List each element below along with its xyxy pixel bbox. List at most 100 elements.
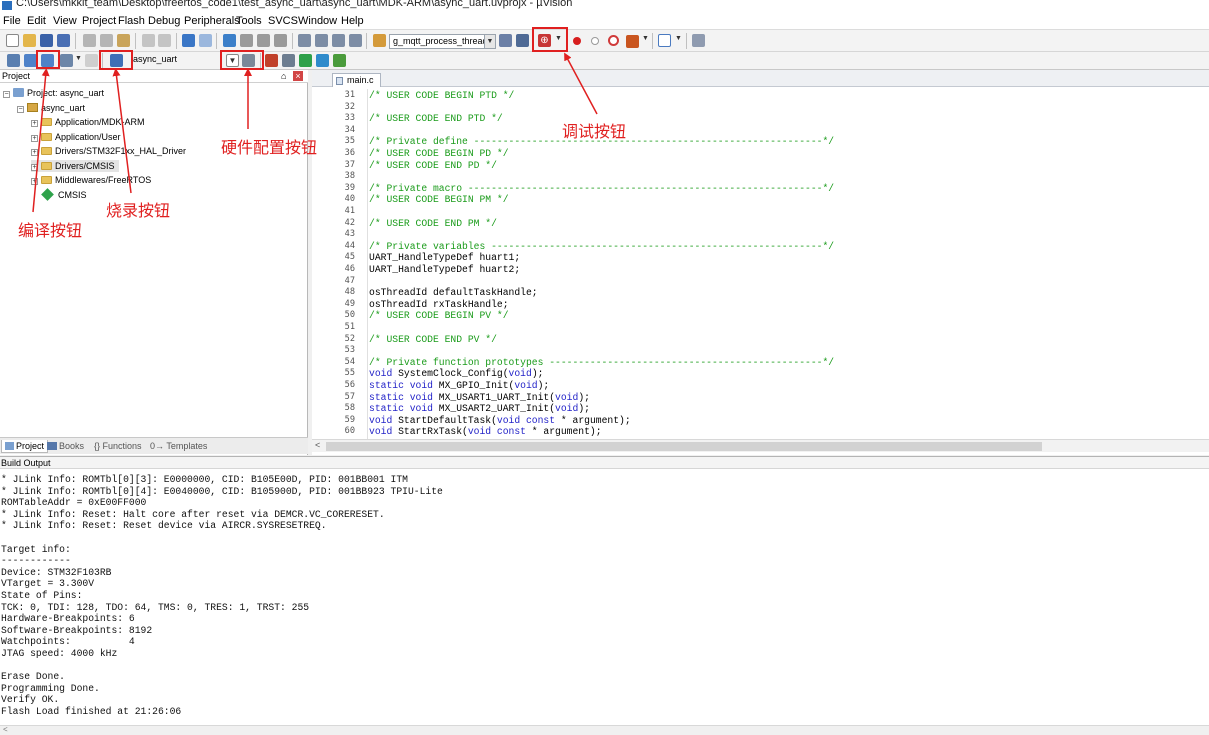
cut-icon[interactable] <box>83 34 96 47</box>
code-line: osThreadId rxTaskHandle; <box>369 298 509 310</box>
file-extensions-icon[interactable] <box>265 54 278 67</box>
paste-icon[interactable] <box>117 34 130 47</box>
build-output-line: Erase Done. <box>1 671 65 683</box>
configuration-wrench-icon[interactable] <box>692 34 705 47</box>
expand-icon[interactable]: + <box>31 164 38 171</box>
open-file-icon[interactable] <box>23 34 36 47</box>
next-bookmark-icon[interactable] <box>257 34 270 47</box>
scrollbar-thumb[interactable] <box>326 442 1042 451</box>
menu-debug[interactable]: Debug <box>148 15 180 27</box>
navigate-back-icon[interactable] <box>182 34 195 47</box>
comment-icon[interactable] <box>332 34 345 47</box>
indent-icon[interactable] <box>298 34 311 47</box>
build-output-line: Flash Load finished at 21:26:06 <box>1 706 182 717</box>
group-label: Drivers/CMSIS <box>55 161 115 171</box>
chevron-down-icon[interactable]: ▼ <box>75 55 82 62</box>
run-time-environment-icon[interactable] <box>333 54 346 67</box>
tree-group[interactable]: + Application/MDK-ARM <box>31 116 145 128</box>
insert-breakpoint-icon[interactable] <box>573 37 581 45</box>
menu-edit[interactable]: Edit <box>27 15 46 27</box>
scroll-left-icon[interactable]: < <box>3 725 8 734</box>
collapse-icon[interactable]: − <box>17 106 24 113</box>
unindent-icon[interactable] <box>315 34 328 47</box>
tree-group-selected[interactable]: + Drivers/CMSIS <box>31 160 119 172</box>
collapse-icon[interactable]: − <box>3 91 10 98</box>
chevron-down-icon[interactable]: ▼ <box>484 35 495 48</box>
navigate-forward-icon[interactable] <box>199 34 212 47</box>
keyword-token: void <box>369 414 393 426</box>
copy-icon[interactable] <box>100 34 113 47</box>
stop-build-icon[interactable] <box>85 54 98 67</box>
pack-installer-icon[interactable] <box>316 54 329 67</box>
tree-target[interactable]: − async_uart <box>17 102 85 114</box>
menu-peripherals[interactable]: Peripherals <box>184 15 240 27</box>
manage-components-icon[interactable] <box>282 54 295 67</box>
translate-icon[interactable] <box>7 54 20 67</box>
find-combo[interactable]: g_mqtt_process_thread_r ▼ <box>389 34 496 49</box>
expand-icon[interactable]: + <box>31 178 38 185</box>
save-icon[interactable] <box>40 34 53 47</box>
menu-project[interactable]: Project <box>82 15 116 27</box>
build-output-scrollbar[interactable]: < <box>0 725 1209 735</box>
select-packs-icon[interactable] <box>299 54 312 67</box>
code-area[interactable]: /* USER CODE BEGIN PTD */ /* USER CODE EN… <box>312 89 1209 439</box>
expand-icon[interactable]: + <box>31 120 38 127</box>
pin-icon[interactable]: ⌂ <box>281 70 286 82</box>
code-line: void StartRxTask(void const * argument); <box>369 426 602 438</box>
tab-books[interactable]: Books <box>47 440 84 453</box>
menu-flash[interactable]: Flash <box>118 15 145 27</box>
build-output-pane[interactable]: * JLink Info: ROMTbl[0][3]: E0000000, CI… <box>0 469 1209 725</box>
find-in-files-icon[interactable] <box>373 34 386 47</box>
tree-group[interactable]: + Drivers/STM32F1xx_HAL_Driver <box>31 145 186 157</box>
uncomment-icon[interactable] <box>349 34 362 47</box>
prev-bookmark-icon[interactable] <box>240 34 253 47</box>
tab-functions[interactable]: {} Functions <box>94 440 142 453</box>
code-line: /* USER CODE BEGIN PTD */ <box>369 90 515 101</box>
scroll-left-icon[interactable]: < <box>315 440 320 450</box>
menu-file[interactable]: File <box>3 15 21 27</box>
tree-root[interactable]: − Project: async_uart <box>3 87 104 99</box>
menu-tools[interactable]: Tools <box>236 15 262 27</box>
chevron-down-icon[interactable]: ▼ <box>642 35 649 42</box>
project-tab-icon <box>5 442 14 450</box>
build-output-line: * JLink Info: Reset: Halt core after res… <box>1 508 385 520</box>
build-output-header: Build Output <box>0 456 1209 469</box>
redo-icon[interactable] <box>158 34 171 47</box>
tab-project[interactable]: Project <box>1 440 49 453</box>
tree-component[interactable]: CMSIS <box>41 188 87 201</box>
c-file-icon <box>336 77 343 85</box>
menu-window[interactable]: Window <box>298 15 337 27</box>
tab-main-c[interactable]: main.c <box>332 73 381 87</box>
chevron-down-icon[interactable]: ▼ <box>675 35 682 42</box>
expand-icon[interactable]: + <box>31 149 38 156</box>
bookmark-icon[interactable] <box>223 34 236 47</box>
hardware-config-button-highlight <box>220 50 264 70</box>
tree-group[interactable]: + Middlewares/FreeRTOS <box>31 174 151 186</box>
target-select[interactable]: async_uart <box>130 53 216 68</box>
window-layout-icon[interactable] <box>658 34 671 47</box>
batch-build-icon[interactable] <box>60 54 73 67</box>
menu-help[interactable]: Help <box>341 15 364 27</box>
code-line: /* USER CODE END PV */ <box>369 333 497 345</box>
kill-breakpoints-icon[interactable] <box>626 35 639 48</box>
books-icon <box>47 442 57 450</box>
disable-breakpoints-icon[interactable] <box>608 35 619 46</box>
enable-breakpoint-icon[interactable] <box>591 37 599 45</box>
tree-group[interactable]: + Application/User <box>31 131 121 143</box>
configure-icon[interactable] <box>516 34 529 47</box>
menu-svcs[interactable]: SVCS <box>268 15 298 27</box>
expand-icon[interactable]: + <box>31 135 38 142</box>
new-file-icon[interactable] <box>6 34 19 47</box>
horizontal-scrollbar[interactable]: < <box>312 439 1209 452</box>
hardware-config-annotation: 硬件配置按钮 <box>221 138 318 157</box>
menu-bar: File Edit View Project Flash Debug Perip… <box>0 12 1209 30</box>
close-icon[interactable]: × <box>293 71 303 81</box>
keyword-token: static void <box>369 403 433 415</box>
uvision-app-icon <box>2 1 12 10</box>
menu-view[interactable]: View <box>53 15 77 27</box>
tab-templates[interactable]: 0→ Templates <box>150 440 207 453</box>
undo-icon[interactable] <box>142 34 155 47</box>
incremental-find-icon[interactable] <box>499 34 512 47</box>
save-all-icon[interactable] <box>57 34 70 47</box>
clear-bookmarks-icon[interactable] <box>274 34 287 47</box>
